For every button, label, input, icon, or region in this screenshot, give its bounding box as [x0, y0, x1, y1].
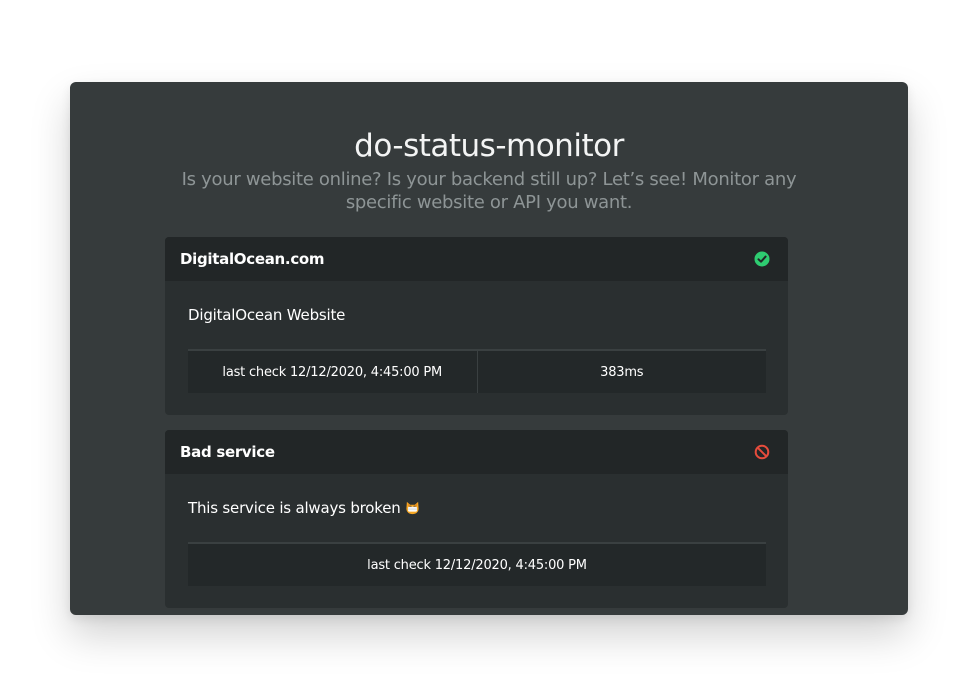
service-name: Bad service — [180, 443, 275, 461]
service-description: DigitalOcean Website — [188, 306, 346, 324]
service-card-header: DigitalOcean.com — [165, 237, 788, 281]
last-check-time: last check 12/12/2020, 4:45:00 PM — [222, 364, 443, 380]
ban-icon — [754, 444, 770, 460]
service-stats: last check 12/12/2020, 4:45:00 PM — [188, 542, 766, 586]
page-subtitle: Is your website online? Is your backend … — [181, 169, 797, 213]
cat-emoji-icon — [405, 500, 420, 519]
service-description: This service is always broken — [188, 499, 420, 519]
service-card: Bad service This service is always broke… — [165, 430, 788, 608]
response-time: 383ms — [476, 351, 767, 393]
service-name: DigitalOcean.com — [180, 250, 325, 268]
check-circle-icon — [754, 251, 770, 267]
service-stats: last check 12/12/2020, 4:45:00 PM 383ms — [188, 349, 766, 393]
service-card-header: Bad service — [165, 430, 788, 474]
page-title: do-status-monitor — [354, 128, 624, 164]
service-card: DigitalOcean.com DigitalOcean Website la… — [165, 237, 788, 415]
service-description-text: This service is always broken — [188, 499, 401, 517]
last-check-time: last check 12/12/2020, 4:45:00 PM — [367, 557, 587, 573]
status-monitor-window: do-status-monitor Is your website online… — [70, 82, 908, 615]
